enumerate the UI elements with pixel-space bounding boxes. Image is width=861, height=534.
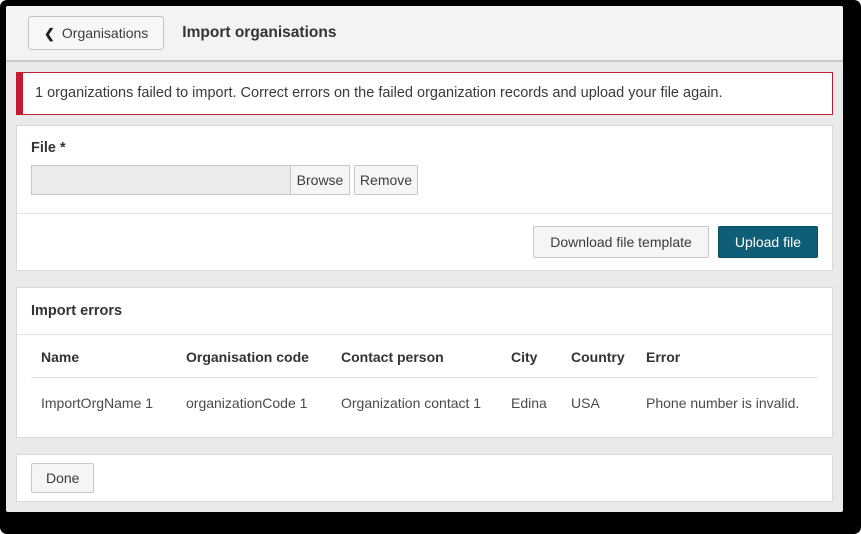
top-bar: ❮ Organisations Import organisations bbox=[6, 6, 843, 62]
chevron-left-icon: ❮ bbox=[44, 25, 55, 41]
done-button[interactable]: Done bbox=[31, 463, 95, 493]
file-field-group: File * Browse Remove bbox=[17, 126, 832, 213]
cell-error: Phone number is invalid. bbox=[646, 395, 800, 411]
import-errors-title: Import errors bbox=[31, 303, 123, 319]
footer-card: Done bbox=[16, 454, 833, 502]
column-header-city: City bbox=[501, 335, 561, 378]
app-window: ❮ Organisations Import organisations 1 o… bbox=[0, 0, 861, 534]
file-path-input[interactable] bbox=[31, 165, 291, 195]
remove-button[interactable]: Remove bbox=[354, 165, 418, 195]
import-errors-table: Name Organisation code Contact person Ci… bbox=[31, 335, 818, 437]
back-to-organisations-button[interactable]: ❮ Organisations bbox=[28, 16, 165, 50]
page-title: Import organisations bbox=[182, 24, 337, 41]
browse-button[interactable]: Browse bbox=[290, 165, 350, 195]
file-upload-card: File * Browse Remove Download file templ… bbox=[16, 125, 833, 271]
column-header-contact-person: Contact person bbox=[331, 335, 501, 378]
table-row: ImportOrgName 1 organizationCode 1 Organ… bbox=[31, 378, 818, 438]
table-header-row: Name Organisation code Contact person Ci… bbox=[31, 335, 818, 378]
error-alert-message: 1 organizations failed to import. Correc… bbox=[35, 85, 723, 101]
column-header-error: Error bbox=[636, 335, 818, 378]
download-file-template-button[interactable]: Download file template bbox=[533, 226, 709, 258]
cell-contact-person: Organization contact 1 bbox=[341, 395, 482, 411]
back-button-label: Organisations bbox=[61, 25, 149, 41]
import-organisations-page: ❮ Organisations Import organisations 1 o… bbox=[6, 6, 843, 512]
file-field-label: File * bbox=[31, 140, 66, 156]
cell-name: ImportOrgName 1 bbox=[41, 395, 154, 411]
import-errors-card: Import errors Name Organisation code Con… bbox=[16, 287, 833, 438]
file-input-row: Browse Remove bbox=[31, 165, 818, 195]
cell-city: Edina bbox=[511, 395, 547, 411]
column-header-organisation-code: Organisation code bbox=[176, 335, 331, 378]
upload-file-button[interactable]: Upload file bbox=[717, 226, 818, 258]
error-alert: 1 organizations failed to import. Correc… bbox=[16, 72, 833, 115]
column-header-name: Name bbox=[31, 335, 176, 378]
column-header-country: Country bbox=[561, 335, 636, 378]
cell-country: USA bbox=[571, 395, 600, 411]
main-content: 1 organizations failed to import. Correc… bbox=[6, 62, 843, 502]
file-actions: Download file template Upload file bbox=[17, 214, 832, 270]
cell-organisation-code: organizationCode 1 bbox=[186, 395, 308, 411]
